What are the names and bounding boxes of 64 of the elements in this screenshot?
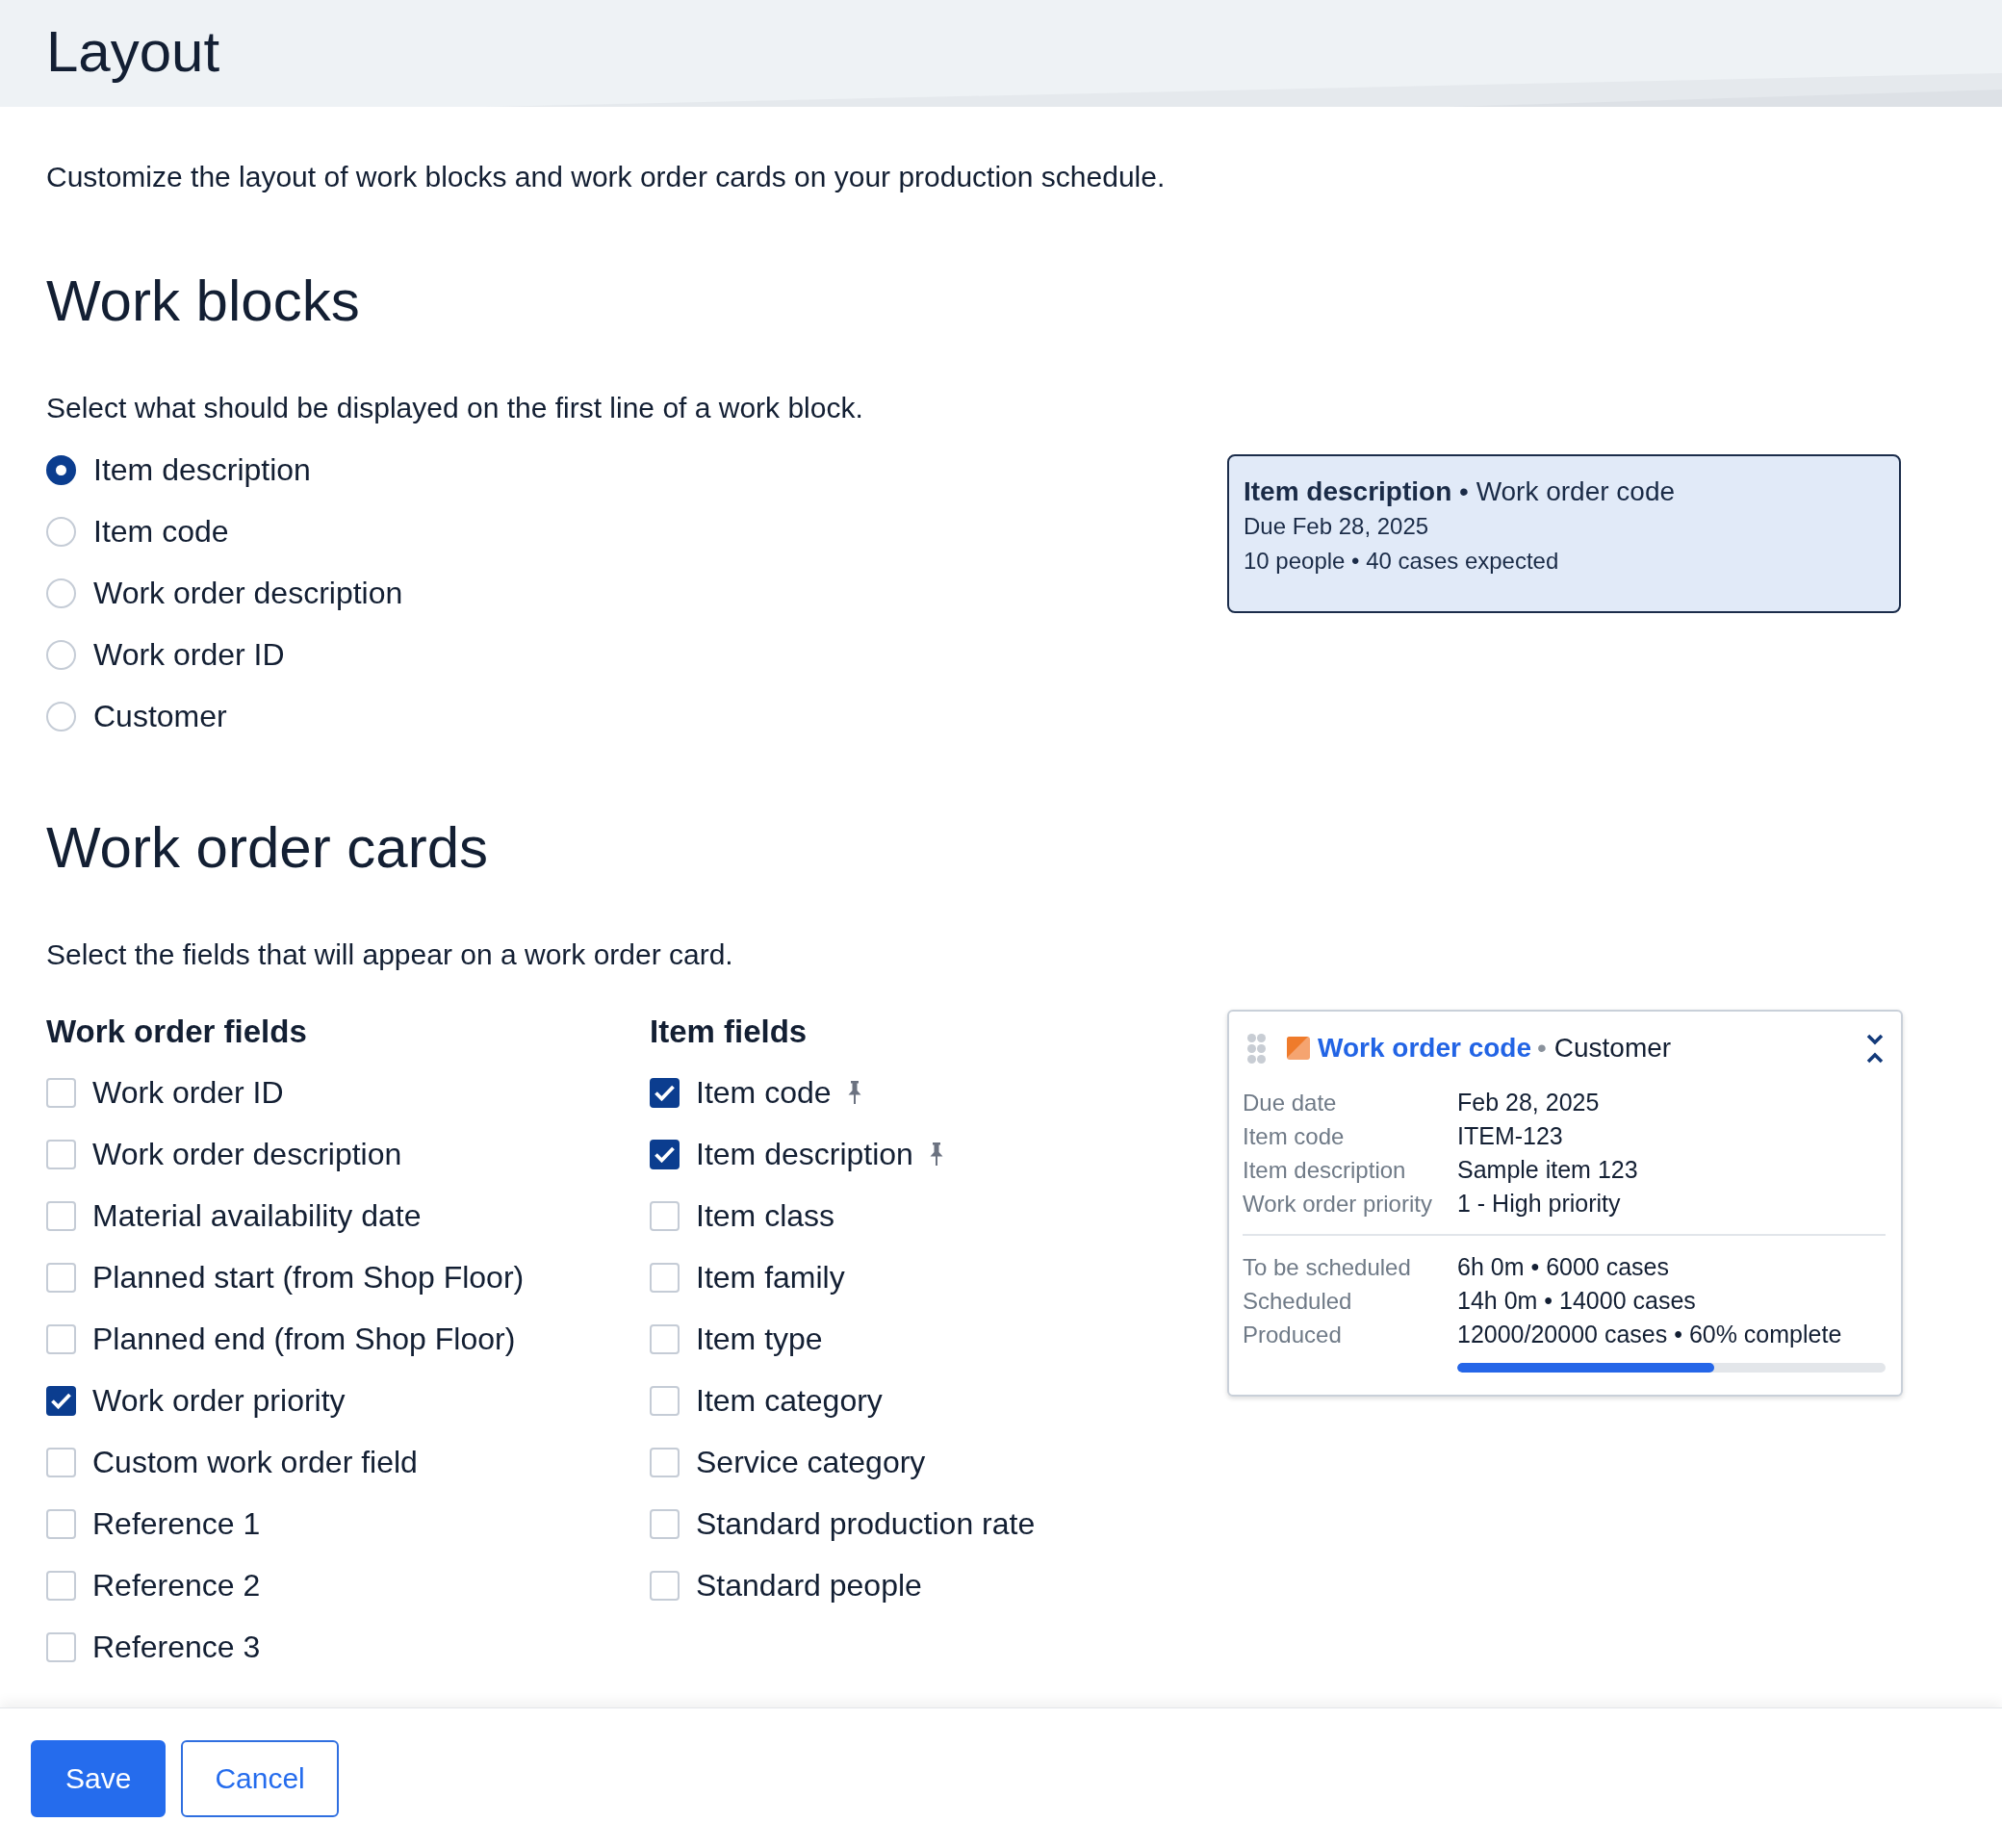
checkbox-label[interactable]: Work order description (92, 1135, 402, 1173)
checkbox-label[interactable]: Work order priority (92, 1381, 346, 1420)
checkbox-label[interactable]: Reference 2 (92, 1566, 261, 1604)
checkbox-label[interactable]: Reference 1 (92, 1504, 261, 1543)
detail-value: Sample item 123 (1457, 1155, 1638, 1185)
section-description: Select the fields that will appear on a work order card. (46, 937, 733, 972)
checkbox-label[interactable]: Item family (696, 1258, 845, 1296)
detail-label: Scheduled (1243, 1287, 1352, 1316)
page-title: Layout (46, 18, 220, 83)
collapse-icon[interactable] (1865, 1032, 1885, 1065)
checkbox[interactable] (650, 1077, 680, 1108)
checkmark-icon (654, 1084, 675, 1101)
radio-label[interactable]: Work order description (93, 574, 403, 612)
save-button[interactable]: Save (31, 1739, 167, 1817)
radio-label[interactable]: Item code (93, 512, 229, 551)
section-title: Work order cards (46, 814, 489, 882)
work-block-title: Item description • Work order code (1244, 475, 1676, 508)
radio-label[interactable]: Item description (93, 450, 311, 489)
detail-value: Feb 28, 2025 (1457, 1088, 1600, 1117)
detail-value: 6h 0m • 6000 cases (1457, 1252, 1669, 1282)
checkbox-label[interactable]: Custom work order field (92, 1443, 418, 1481)
work-order-code-link[interactable]: Work order code (1318, 1031, 1531, 1065)
checkbox-label[interactable]: Item type (696, 1320, 823, 1358)
radio-button[interactable] (46, 454, 76, 485)
checkbox-label[interactable]: Service category (696, 1443, 926, 1481)
checkbox-label[interactable]: Item code (696, 1073, 832, 1112)
checkbox-label[interactable]: Standard people (696, 1566, 922, 1604)
page-description: Customize the layout of work blocks and work order cards on your production schedule. (46, 160, 1166, 194)
detail-label: Work order priority (1243, 1190, 1432, 1219)
detail-label: Produced (1243, 1321, 1342, 1349)
checkbox-label[interactable]: Item class (696, 1196, 835, 1235)
detail-value: ITEM-123 (1457, 1121, 1563, 1151)
checkbox-label[interactable]: Material availability date (92, 1196, 422, 1235)
drag-handle-icon[interactable] (1247, 1033, 1266, 1064)
section-title: Work blocks (46, 268, 360, 335)
checkbox-label[interactable]: Item category (696, 1381, 883, 1420)
checkmark-icon (654, 1145, 675, 1163)
detail-label: Item code (1243, 1122, 1345, 1151)
checkbox-label[interactable]: Planned start (from Shop Floor) (92, 1258, 525, 1296)
radio-label[interactable]: Customer (93, 697, 227, 735)
separator-dot: • (1537, 1032, 1547, 1065)
checkmark-icon (51, 1392, 71, 1409)
group-title: Work order fields (46, 1013, 307, 1051)
group-title: Item fields (650, 1013, 808, 1051)
cancel-button[interactable]: Cancel (181, 1739, 339, 1817)
work-block-summary: 10 people • 40 cases expected (1244, 547, 1559, 576)
detail-value: 14h 0m • 14000 cases (1457, 1286, 1696, 1316)
detail-label: Item description (1243, 1156, 1406, 1185)
checkbox-label[interactable]: Standard production rate (696, 1504, 1036, 1543)
checkbox-label[interactable]: Item description (696, 1135, 913, 1173)
checkbox-label[interactable]: Planned end (from Shop Floor) (92, 1320, 516, 1358)
checkbox[interactable] (46, 1385, 76, 1416)
section-description: Select what should be displayed on the first line of a work block. (46, 391, 863, 425)
detail-value: 1 - High priority (1457, 1189, 1621, 1219)
work-block-due-date: Due Feb 28, 2025 (1244, 512, 1429, 541)
checkbox-label[interactable]: Work order ID (92, 1073, 284, 1112)
customer-name: Customer (1553, 1032, 1672, 1065)
detail-label: Due date (1243, 1089, 1337, 1117)
radio-label[interactable]: Work order ID (93, 635, 285, 674)
checkbox[interactable] (650, 1139, 680, 1169)
square-icon (1287, 1037, 1310, 1060)
checkbox-label[interactable]: Reference 3 (92, 1628, 261, 1666)
detail-value: 12000/20000 cases • 60% complete (1457, 1320, 1842, 1349)
detail-label: To be scheduled (1243, 1253, 1411, 1282)
